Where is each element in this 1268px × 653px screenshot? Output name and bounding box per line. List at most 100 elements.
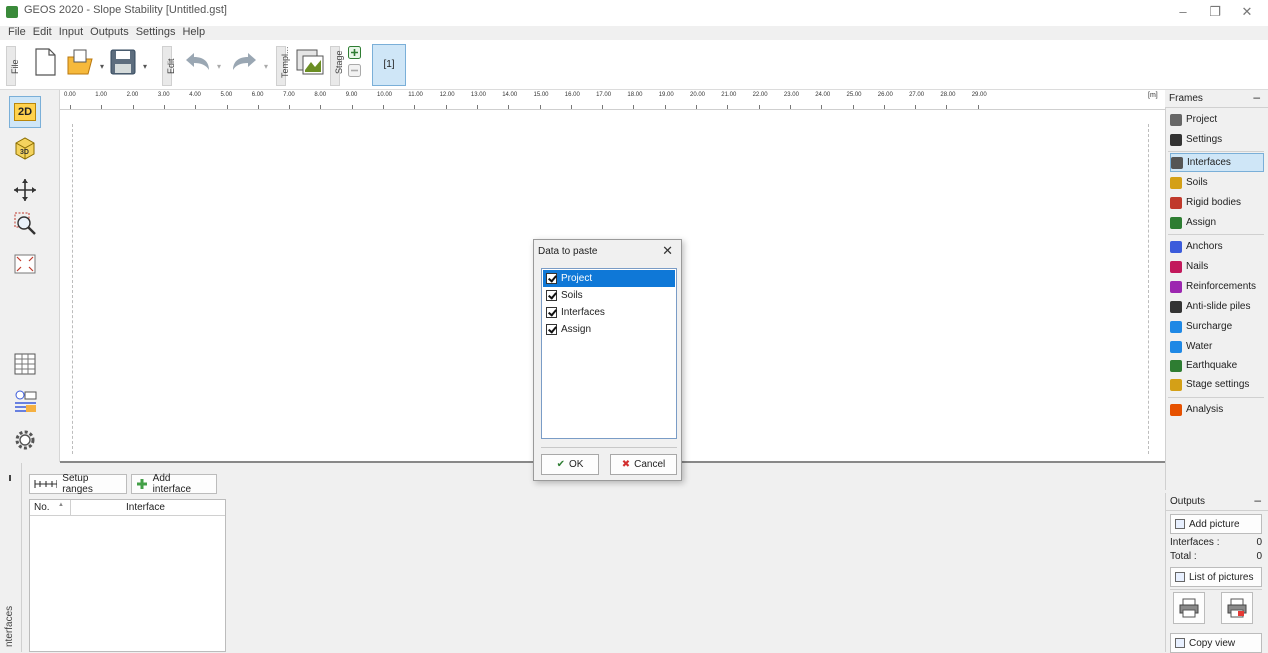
option-interfaces[interactable]: Interfaces xyxy=(543,304,675,321)
frame-project[interactable]: Project xyxy=(1170,110,1264,129)
ruler-tick-label: 1.00 xyxy=(95,92,107,98)
minimize-button[interactable]: – xyxy=(1168,2,1198,22)
menu-edit[interactable]: Edit xyxy=(29,26,55,39)
menu-settings[interactable]: Settings xyxy=(132,26,179,39)
frame-label: Water xyxy=(1186,341,1213,352)
frame-interfaces[interactable]: Interfaces xyxy=(1170,153,1264,172)
ruler-tick-mark xyxy=(633,105,635,109)
add-picture-label: Add picture xyxy=(1189,518,1240,530)
add-stage-icon[interactable] xyxy=(348,46,361,59)
total-count-label: Total : xyxy=(1170,551,1197,562)
menu-help[interactable]: Help xyxy=(178,26,208,39)
right-boundary-line xyxy=(1148,124,1149,454)
side-tab-grip xyxy=(9,475,11,481)
redo-icon[interactable] xyxy=(230,50,260,74)
stage-1-button[interactable]: [1] xyxy=(372,44,406,86)
option-assign-label: Assign xyxy=(561,324,592,335)
redo-dropdown-icon[interactable]: ▾ xyxy=(264,62,268,71)
frame-stage-settings[interactable]: Stage settings xyxy=(1170,375,1264,394)
checkbox-interfaces[interactable] xyxy=(546,307,557,318)
ruler-tick-label: 14.00 xyxy=(502,92,518,98)
frame-water[interactable]: Water xyxy=(1170,337,1264,356)
menu-file[interactable]: File xyxy=(0,26,29,39)
frame-anti-slide-piles[interactable]: Anti-slide piles xyxy=(1170,297,1264,316)
frames-divider xyxy=(1168,397,1264,398)
printer-pdf-icon xyxy=(1227,598,1247,618)
drawing-settings-button[interactable] xyxy=(9,386,41,418)
ok-button[interactable]: ✔ OK xyxy=(541,454,599,475)
frame-soils[interactable]: Soils xyxy=(1170,173,1264,192)
table-header: No. ▲ Interface xyxy=(30,500,225,516)
cancel-button[interactable]: ✖ Cancel xyxy=(610,454,677,475)
close-window-button[interactable]: ✕ xyxy=(1232,2,1262,22)
frame-earthquake[interactable]: Earthquake xyxy=(1170,356,1264,375)
frame-assign[interactable]: Assign xyxy=(1170,213,1264,232)
column-no[interactable]: No. xyxy=(34,502,50,513)
undo-dropdown-icon[interactable]: ▾ xyxy=(217,62,221,71)
soils-icon xyxy=(1170,176,1182,189)
open-folder-icon[interactable] xyxy=(66,48,94,76)
undo-icon[interactable] xyxy=(182,50,212,74)
interfaces-count-value: 0 xyxy=(1256,537,1262,548)
maximize-button[interactable]: ❐ xyxy=(1200,2,1230,22)
option-interfaces-label: Interfaces xyxy=(561,307,605,318)
ruler-tick-label: 22.00 xyxy=(752,92,768,98)
checkbox-assign[interactable] xyxy=(546,324,557,335)
open-dropdown-icon[interactable]: ▾ xyxy=(100,62,104,71)
templates-icon[interactable] xyxy=(295,48,325,76)
view-3d-button[interactable]: 3D xyxy=(9,132,41,164)
remove-stage-icon[interactable] xyxy=(348,64,361,77)
checkbox-soils[interactable] xyxy=(546,290,557,301)
fit-view-button[interactable] xyxy=(9,248,41,280)
interfaces-table[interactable]: No. ▲ Interface xyxy=(29,499,226,652)
frame-rigid-bodies[interactable]: Rigid bodies xyxy=(1170,193,1264,212)
frame-reinforcements[interactable]: Reinforcements xyxy=(1170,277,1264,296)
copy-view-label: Copy view xyxy=(1189,637,1236,649)
frame-nails[interactable]: Nails xyxy=(1170,257,1264,276)
ruler-tick-mark xyxy=(758,105,760,109)
ruler-tick-label: 25.00 xyxy=(846,92,862,98)
move-view-button[interactable] xyxy=(9,174,41,206)
dialog-close-button[interactable]: ✕ xyxy=(662,243,673,259)
add-picture-button[interactable]: Add picture xyxy=(1170,514,1262,534)
setup-ranges-button[interactable]: Setup ranges xyxy=(29,473,127,495)
view-2d-button[interactable]: 2D xyxy=(9,96,41,128)
option-project[interactable]: Project xyxy=(543,270,675,287)
interfaces-side-tab[interactable]: nterfaces xyxy=(0,463,22,652)
save-icon[interactable] xyxy=(110,49,136,75)
add-interface-button[interactable]: Add interface xyxy=(131,473,217,495)
table-view-button[interactable] xyxy=(9,348,41,380)
checkbox-project[interactable] xyxy=(546,273,557,284)
column-divider[interactable] xyxy=(70,500,71,516)
settings-button[interactable] xyxy=(9,424,41,456)
list-of-pictures-button[interactable]: List of pictures xyxy=(1170,567,1262,587)
menu-input[interactable]: Input xyxy=(55,26,86,39)
frame-analysis[interactable]: Analysis xyxy=(1170,400,1264,419)
list-of-pictures-label: List of pictures xyxy=(1189,571,1254,583)
option-assign[interactable]: Assign xyxy=(543,321,675,338)
column-interface[interactable]: Interface xyxy=(126,502,165,513)
total-count-value: 0 xyxy=(1256,551,1262,562)
frame-surcharge[interactable]: Surcharge xyxy=(1170,317,1264,336)
add-interface-label: Add interface xyxy=(152,473,192,495)
copy-view-button[interactable]: Copy view xyxy=(1170,633,1262,653)
ruler-tick-mark xyxy=(602,105,604,109)
sort-ascending-icon: ▲ xyxy=(58,502,64,508)
option-soils[interactable]: Soils xyxy=(543,287,675,304)
print-pdf-button[interactable] xyxy=(1221,592,1253,624)
outputs-collapse-button[interactable]: – xyxy=(1254,493,1261,507)
frame-anchors[interactable]: Anchors xyxy=(1170,237,1264,256)
toolbar-edit-label: Edit xyxy=(166,58,176,74)
zoom-button[interactable] xyxy=(9,208,41,240)
frame-settings[interactable]: Settings xyxy=(1170,130,1264,149)
new-file-icon[interactable] xyxy=(34,48,56,76)
interfaces-side-tab-label: nterfaces xyxy=(4,605,15,647)
frames-collapse-button[interactable]: – xyxy=(1253,90,1260,104)
ruler-tick-label: 7.00 xyxy=(283,92,295,98)
menu-outputs[interactable]: Outputs xyxy=(86,26,132,39)
print-button[interactable] xyxy=(1173,592,1205,624)
frame-label: Analysis xyxy=(1186,404,1224,415)
ruler-tick-mark xyxy=(789,105,791,109)
frame-label: Anchors xyxy=(1186,241,1223,252)
save-dropdown-icon[interactable]: ▾ xyxy=(143,62,147,71)
